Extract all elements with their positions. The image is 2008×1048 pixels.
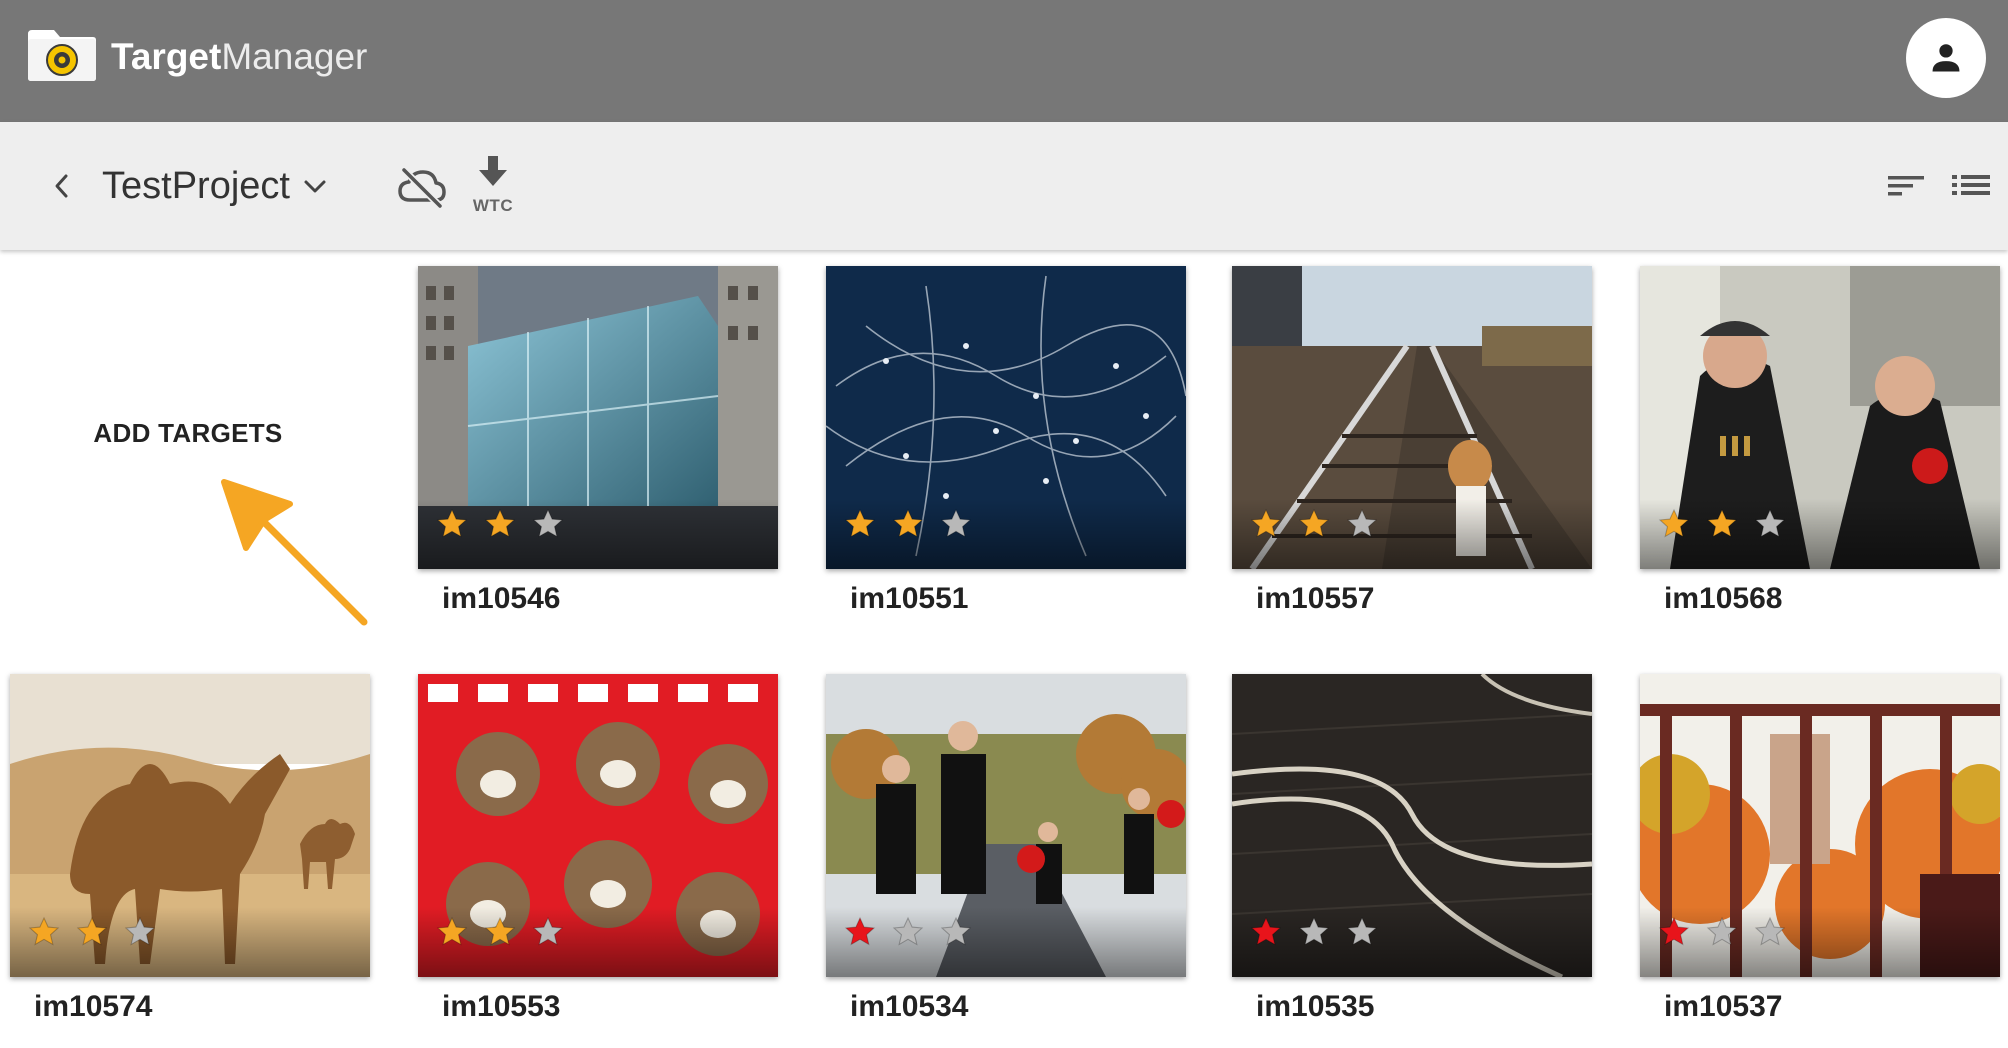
target-card[interactable]: im10535 [1232,674,1592,1023]
star-empty-icon [1346,508,1378,538]
star-filled-icon [1250,508,1282,538]
target-name: im10557 [1256,582,1375,615]
rating-stars [1250,916,1394,948]
person-icon [1932,44,1960,72]
target-thumbnail[interactable] [826,674,1186,977]
target-name: im10537 [1664,990,1783,1023]
app-title-bold: Target [111,36,222,77]
chevron-left-icon [55,174,68,198]
target-name: im10546 [442,582,561,615]
star-empty-icon [1298,916,1330,946]
rating-stars [436,916,580,948]
star-empty-icon [124,916,156,946]
project-name: TestProject [102,164,290,207]
target-card[interactable]: im10568 [1640,266,2000,615]
target-card[interactable]: im10534 [826,674,1186,1023]
rating-stars [1658,916,1802,948]
star-empty-icon [1346,916,1378,946]
target-thumbnail[interactable] [826,266,1186,569]
download-icon [479,156,507,186]
target-card[interactable]: im10553 [418,674,778,1023]
star-empty-icon [1754,508,1786,538]
target-name: im10553 [442,990,561,1023]
star-filled-icon [1250,916,1282,946]
target-name: im10534 [850,990,969,1023]
project-selector[interactable]: TestProject [102,156,328,216]
star-filled-icon [28,916,60,946]
list-view-button[interactable] [1950,170,1992,202]
star-filled-icon [844,508,876,538]
target-name: im10535 [1256,990,1375,1023]
star-filled-icon [436,916,468,946]
rating-stars [1658,508,1802,540]
target-thumbnail[interactable] [1640,266,2000,569]
star-filled-icon [1658,916,1690,946]
app-bar: TargetManager [0,0,2008,122]
project-toolbar: TestProject WTC [0,122,2008,250]
add-targets-button[interactable]: ADD TARGETS [60,418,316,449]
target-manager-logo-icon [26,26,98,82]
star-filled-icon [484,508,516,538]
target-card[interactable]: im10537 [1640,674,2000,1023]
rating-stars [844,916,988,948]
star-filled-icon [844,916,876,946]
account-button[interactable] [1906,18,1986,98]
star-empty-icon [940,508,972,538]
sort-icon [1888,176,1924,196]
target-name: im10568 [1664,582,1783,615]
star-empty-icon [1754,916,1786,946]
target-card[interactable]: im10574 [10,674,370,1023]
target-thumbnail[interactable] [418,266,778,569]
star-filled-icon [1706,508,1738,538]
target-thumbnail[interactable] [1640,674,2000,977]
download-label: WTC [472,196,514,215]
target-thumbnail[interactable] [418,674,778,977]
star-filled-icon [1298,508,1330,538]
star-empty-icon [1706,916,1738,946]
target-thumbnail[interactable] [1232,266,1592,569]
app-title: TargetManager [111,30,367,84]
target-card[interactable]: im10557 [1232,266,1592,615]
list-view-icon [1952,175,1990,195]
rating-stars [844,508,988,540]
star-filled-icon [892,508,924,538]
cloud-off-icon [398,167,446,208]
rating-stars [1250,508,1394,540]
download-wtc-button[interactable]: WTC [468,154,518,218]
star-empty-icon [532,916,564,946]
target-card[interactable]: im10546 [418,266,778,615]
star-empty-icon [892,916,924,946]
chevron-down-icon [302,173,328,199]
rating-stars [436,508,580,540]
rating-stars [28,916,172,948]
app-title-light: Manager [221,36,368,77]
star-filled-icon [436,508,468,538]
hint-arrow-icon [221,479,368,626]
sort-button[interactable] [1886,170,1926,202]
star-empty-icon [532,508,564,538]
target-name: im10574 [34,990,153,1023]
back-button[interactable] [44,166,80,206]
cloud-sync-button[interactable] [396,162,448,210]
star-filled-icon [1658,508,1690,538]
star-filled-icon [76,916,108,946]
target-name: im10551 [850,582,969,615]
target-thumbnail[interactable] [10,674,370,977]
star-empty-icon [940,916,972,946]
target-card[interactable]: im10551 [826,266,1186,615]
target-thumbnail[interactable] [1232,674,1592,977]
star-filled-icon [484,916,516,946]
